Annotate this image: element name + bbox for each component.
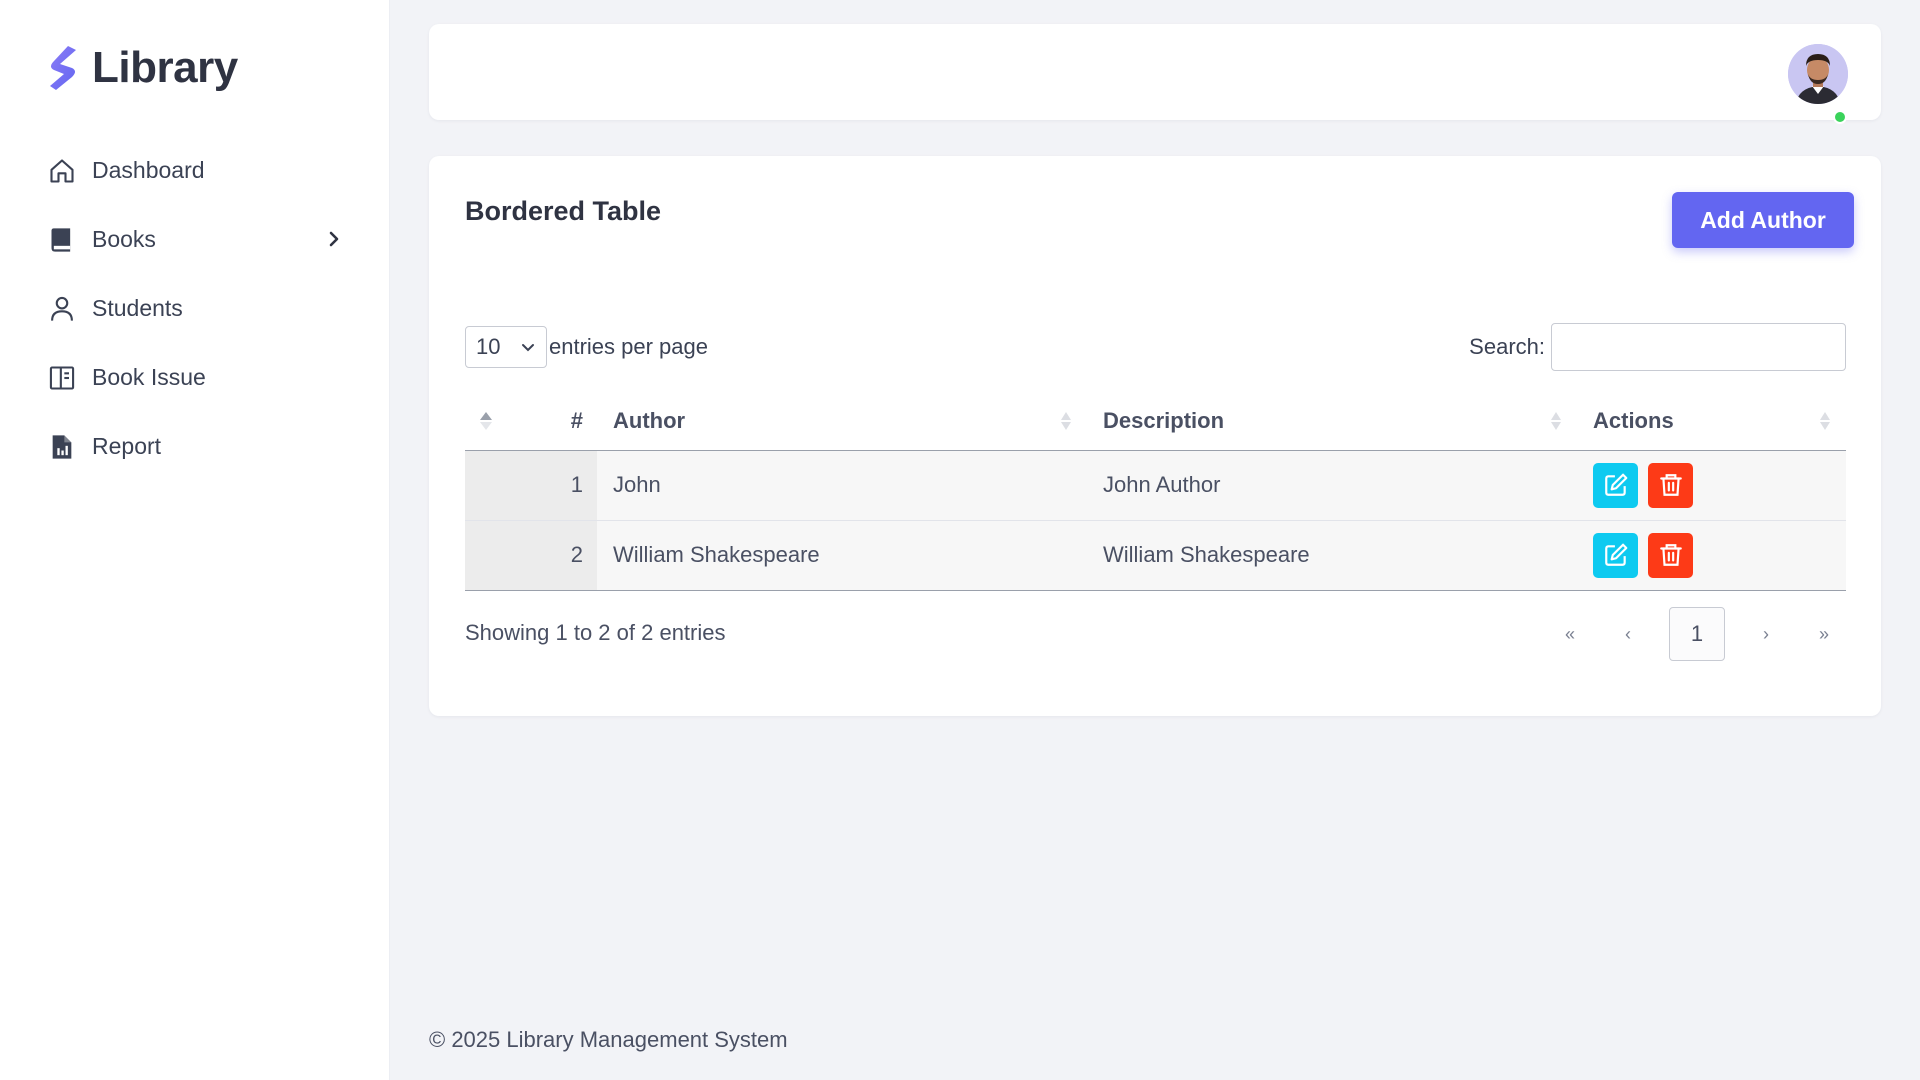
page-length-select[interactable]: 10 — [465, 326, 547, 368]
first-page-button[interactable]: « — [1541, 607, 1599, 661]
table-row: 1 John John Author — [465, 450, 1846, 521]
avatar[interactable] — [1788, 44, 1848, 104]
page-length-value: 10 — [476, 334, 501, 359]
user-icon — [46, 293, 78, 325]
sidebar-item-books[interactable]: Books — [46, 205, 346, 274]
last-page-button[interactable]: » — [1795, 607, 1853, 661]
sidebar-item-label: Books — [92, 226, 156, 252]
chevron-down-icon — [522, 344, 534, 352]
table-header-row: # Author Description Actions — [465, 392, 1846, 451]
topbar — [429, 24, 1881, 124]
column-header-label: Author — [613, 407, 686, 433]
sort-icon — [1551, 411, 1561, 430]
column-header-number[interactable]: # — [465, 392, 597, 451]
page-length-label: entries per page — [549, 334, 708, 359]
edit-button[interactable] — [1593, 462, 1638, 508]
column-header-label: Actions — [1593, 407, 1674, 433]
row-description: John Author — [1087, 450, 1577, 521]
column-header-author[interactable]: Author — [597, 392, 1087, 451]
brand-logo-icon — [50, 46, 76, 90]
row-description: William Shakespeare — [1087, 520, 1577, 591]
home-icon — [46, 155, 78, 187]
delete-button[interactable] — [1648, 462, 1694, 508]
table-row: 2 William Shakespeare William Shakespear… — [465, 520, 1846, 591]
sidebar-item-label: Students — [92, 295, 183, 321]
add-author-button[interactable]: Add Author — [1672, 192, 1854, 248]
report-icon — [46, 431, 78, 463]
brand-name: Library — [92, 43, 238, 92]
edit-icon — [1604, 543, 1627, 566]
sidebar-item-report[interactable]: Report — [46, 412, 346, 481]
search-input[interactable] — [1551, 323, 1846, 371]
sidebar-item-label: Report — [92, 433, 162, 459]
brand[interactable]: Library — [46, 42, 238, 94]
edit-icon — [1604, 473, 1627, 496]
online-status-dot — [1833, 110, 1847, 124]
sidebar-item-label: Book Issue — [92, 364, 206, 390]
row-actions — [1577, 520, 1846, 591]
column-header-actions[interactable]: Actions — [1577, 392, 1846, 451]
book-icon — [46, 224, 78, 256]
chevron-right-icon[interactable] — [322, 227, 346, 251]
page-button-current[interactable]: 1 — [1669, 607, 1725, 661]
row-number: 1 — [465, 450, 597, 521]
prev-page-button[interactable]: ‹ — [1599, 607, 1657, 661]
row-author: John — [597, 450, 1087, 521]
book-open-icon — [46, 362, 78, 394]
column-header-label: # — [570, 407, 583, 433]
sort-icon — [1820, 411, 1830, 430]
card-title: Bordered Table — [465, 196, 662, 226]
trash-icon — [1659, 474, 1682, 496]
sort-asc-icon — [480, 411, 492, 430]
column-header-label: Description — [1103, 407, 1225, 433]
footer-copyright: © 2025 Library Management System — [429, 1027, 788, 1052]
authors-card: Bordered Table Add Author 10 entries per… — [429, 156, 1881, 716]
row-actions — [1577, 450, 1846, 521]
search-label: Search: — [1469, 334, 1545, 359]
sidebar-item-label: Dashboard — [92, 157, 205, 183]
authors-table: # Author Description Actions 1 John John… — [465, 392, 1846, 591]
sidebar-item-book-issue[interactable]: Book Issue — [46, 343, 346, 412]
user-avatar-icon — [1788, 44, 1848, 104]
next-page-button[interactable]: › — [1737, 607, 1795, 661]
row-author: William Shakespeare — [597, 520, 1087, 591]
sidebar-nav: Dashboard Books Students Book Issue Repo… — [46, 136, 346, 481]
column-header-description[interactable]: Description — [1087, 392, 1577, 451]
sidebar-item-students[interactable]: Students — [46, 274, 346, 343]
trash-icon — [1659, 544, 1682, 566]
edit-button[interactable] — [1593, 532, 1638, 578]
search-control: Search: — [1469, 323, 1846, 371]
table-info: Showing 1 to 2 of 2 entries — [465, 620, 726, 645]
delete-button[interactable] — [1648, 532, 1694, 578]
sidebar-item-dashboard[interactable]: Dashboard — [46, 136, 346, 205]
sort-icon — [1061, 411, 1071, 430]
page-length-control: 10 entries per page — [465, 326, 708, 368]
row-number: 2 — [465, 520, 597, 591]
sidebar: Library Dashboard Books Students Book Is… — [0, 0, 390, 1080]
pagination: « ‹ 1 › » — [1541, 607, 1853, 661]
